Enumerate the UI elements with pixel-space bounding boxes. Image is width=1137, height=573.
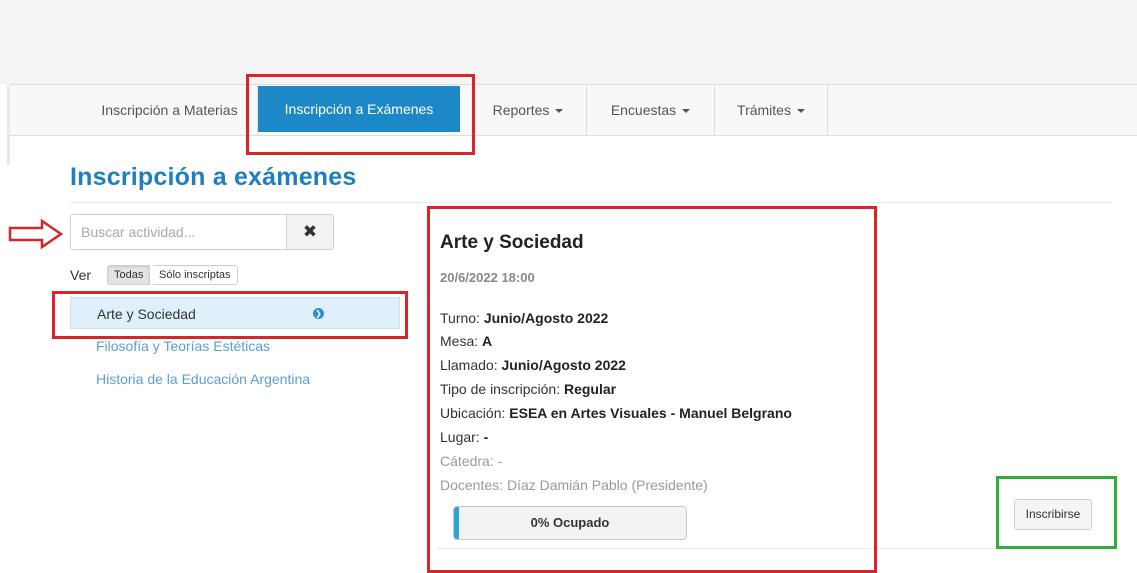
list-item-label: Historia de la Educación Argentina (96, 371, 311, 387)
list-item-label: Arte y Sociedad (97, 306, 196, 322)
page-title: Inscripción a exámenes (70, 163, 357, 191)
info-lugar: Lugar: - (440, 429, 488, 445)
filter-label: Ver (70, 267, 92, 283)
caret-down-icon (555, 109, 564, 114)
arrow-right-icon (8, 219, 64, 249)
info-value: Regular (563, 381, 617, 397)
info-value: Díaz Damián Pablo (Presidente) (506, 477, 708, 493)
nav-inscripcion-examenes[interactable]: Inscripción a Exámenes (258, 86, 460, 132)
info-label: Tipo de inscripción: (440, 381, 561, 397)
clear-search-button[interactable]: ✖ (286, 214, 334, 250)
caret-down-icon (796, 109, 805, 114)
info-value: A (482, 333, 493, 349)
nav-item-label: Reportes (492, 102, 550, 118)
detail-datetime: 20/6/2022 18:00 (440, 270, 535, 285)
info-label: Ubicación: (440, 405, 506, 421)
info-label: Mesa: (440, 333, 479, 349)
nav-reportes-dropdown[interactable]: Reportes (470, 85, 587, 135)
info-value: - (497, 453, 503, 469)
filter-solo-inscriptas-button[interactable]: Sólo inscriptas (153, 265, 238, 285)
list-item-filosofia[interactable]: Filosofía y Teorías Estéticas (70, 330, 400, 362)
nav-item-label: Encuestas (610, 102, 677, 118)
list-item-historia-educacion[interactable]: Historia de la Educación Argentina (70, 363, 400, 395)
info-ubicacion: Ubicación: ESEA en Artes Visuales - Manu… (440, 405, 792, 421)
times-icon: ✖ (302, 222, 318, 241)
info-turno: Turno: Junio/Agosto 2022 (440, 310, 608, 326)
caret-down-icon (682, 109, 691, 114)
inscribirse-button[interactable]: Inscribirse (1014, 499, 1092, 530)
info-label: Cátedra: (440, 453, 494, 469)
filter-todas-button[interactable]: Todas (107, 265, 151, 285)
navbar-left-edge (7, 85, 10, 165)
main-navbar: Inscripción a Materias Inscripción a Exá… (7, 84, 1137, 165)
info-label: Lugar: (440, 429, 480, 445)
nav-item-label: Inscripción a Materias (101, 102, 238, 118)
nav-item-label: Inscripción a Exámenes (284, 101, 434, 117)
info-value: ESEA en Artes Visuales - Manuel Belgrano (509, 405, 792, 421)
info-value: - (483, 429, 489, 445)
info-catedra: Cátedra: - (440, 453, 502, 469)
info-label: Turno: (440, 310, 480, 326)
search-input[interactable] (70, 214, 287, 250)
occupancy-progress-bar: 0% Ocupado (453, 506, 687, 540)
progress-label: 0% Ocupado (530, 515, 610, 530)
info-label: Docentes: (440, 477, 504, 493)
list-item-label: Filosofía y Teorías Estéticas (96, 338, 271, 354)
search-group: ✖ (70, 214, 334, 250)
info-tipo-inscripcion: Tipo de inscripción: Regular (440, 381, 616, 397)
nav-tramites-dropdown[interactable]: Trámites (715, 85, 828, 135)
nav-inscripcion-materias[interactable]: Inscripción a Materias (82, 85, 258, 135)
detail-title: Arte y Sociedad (440, 232, 584, 253)
info-llamado: Llamado: Junio/Agosto 2022 (440, 357, 626, 373)
nav-encuestas-dropdown[interactable]: Encuestas (587, 85, 715, 135)
chevron-right-icon: ❯ (313, 308, 324, 319)
info-label: Llamado: (440, 357, 498, 373)
list-item-arte-sociedad[interactable]: Arte y Sociedad ❯ (70, 297, 400, 329)
info-value: Junio/Agosto 2022 (501, 357, 626, 373)
info-value: Junio/Agosto 2022 (483, 310, 609, 326)
title-divider (70, 202, 1112, 203)
exam-detail-panel: Arte y Sociedad 20/6/2022 18:00 (440, 232, 860, 285)
info-mesa: Mesa: A (440, 333, 492, 349)
nav-item-label: Trámites (737, 102, 791, 118)
detail-divider (436, 548, 1114, 549)
top-band (0, 0, 1137, 84)
info-docentes: Docentes: Díaz Damián Pablo (Presidente) (440, 477, 708, 493)
